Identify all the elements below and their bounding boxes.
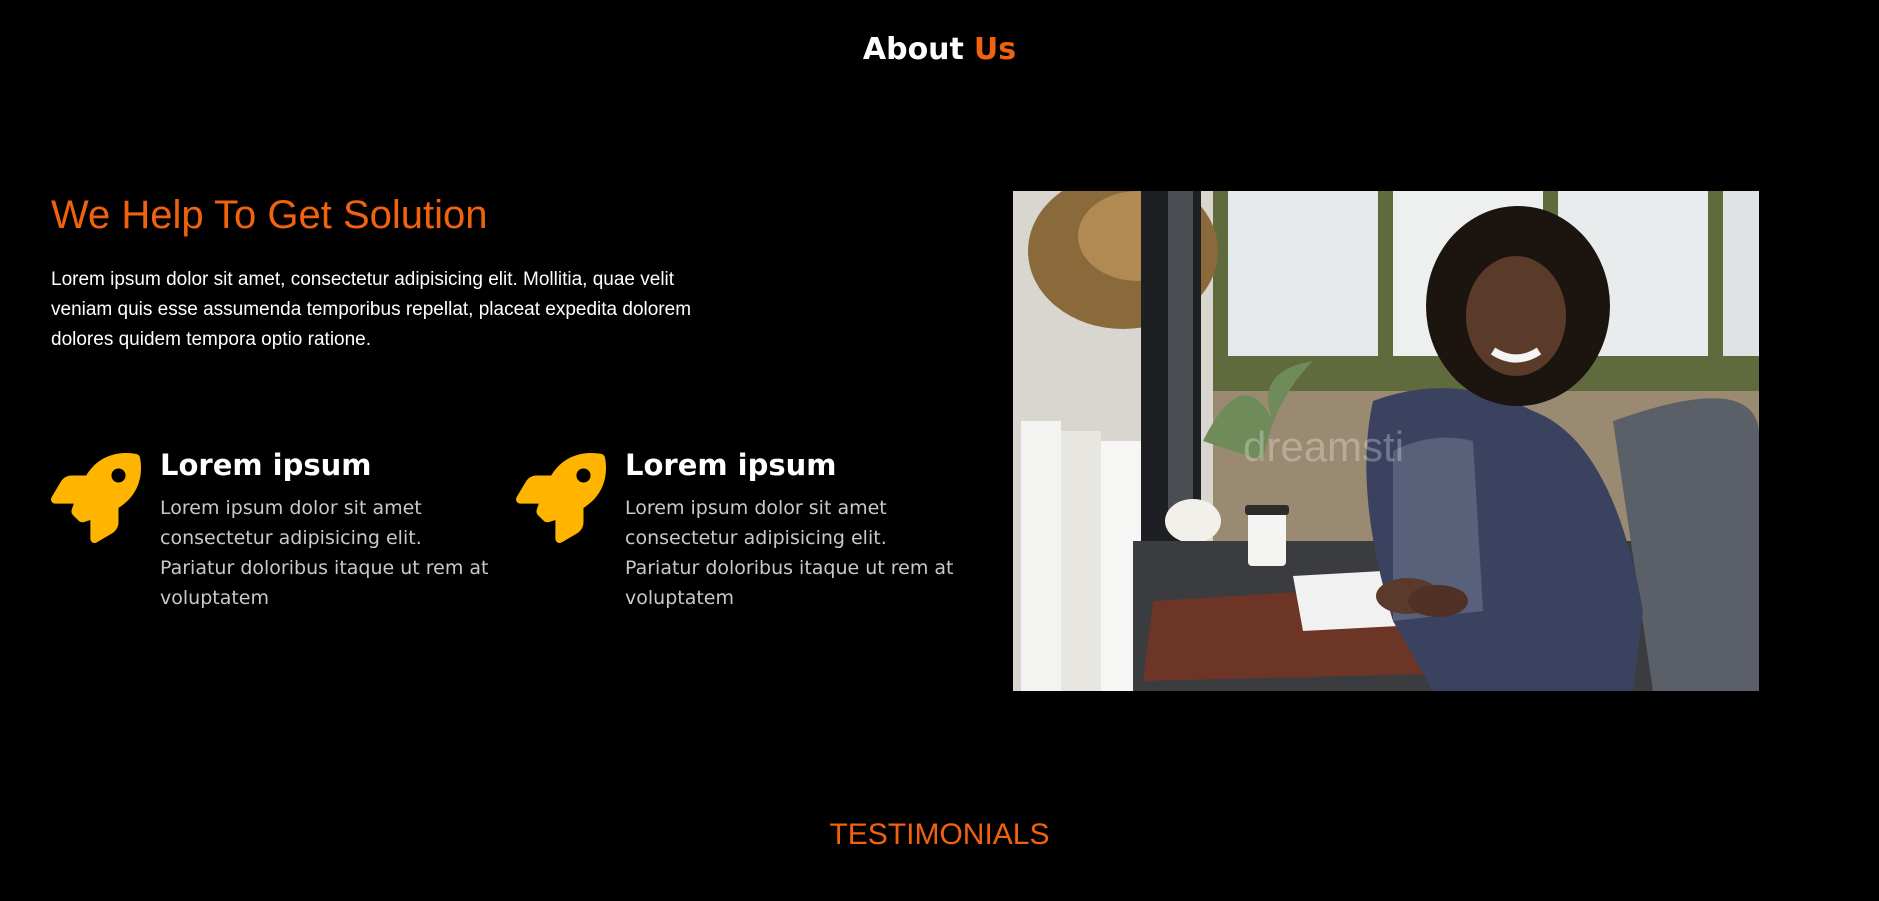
feature-description: Lorem ipsum dolor sit amet consectetur a… <box>625 497 954 609</box>
hero-description: Lorem ipsum dolor sit amet, consectetur … <box>51 269 692 350</box>
feature-title: Lorem ipsum <box>160 448 372 482</box>
testimonials-heading: TESTIMONIALS <box>829 818 1050 851</box>
feature-card: Lorem ipsum Lorem ipsum dolor sit amet c… <box>516 445 954 625</box>
rocket-icon <box>51 453 141 543</box>
hero-title: We Help To Get Solution <box>51 193 488 237</box>
section-heading: About Us <box>0 30 1879 70</box>
photo-watermark: dreamsti <box>1243 423 1404 470</box>
rocket-icon <box>516 453 606 543</box>
heading-word-about: About <box>862 32 964 67</box>
feature-description: Lorem ipsum dolor sit amet consectetur a… <box>160 497 489 609</box>
feature-card: Lorem ipsum Lorem ipsum dolor sit amet c… <box>51 445 489 625</box>
heading-word-us: Us <box>973 32 1017 67</box>
feature-title: Lorem ipsum <box>625 448 837 482</box>
about-photo: dreamsti <box>1013 191 1759 691</box>
